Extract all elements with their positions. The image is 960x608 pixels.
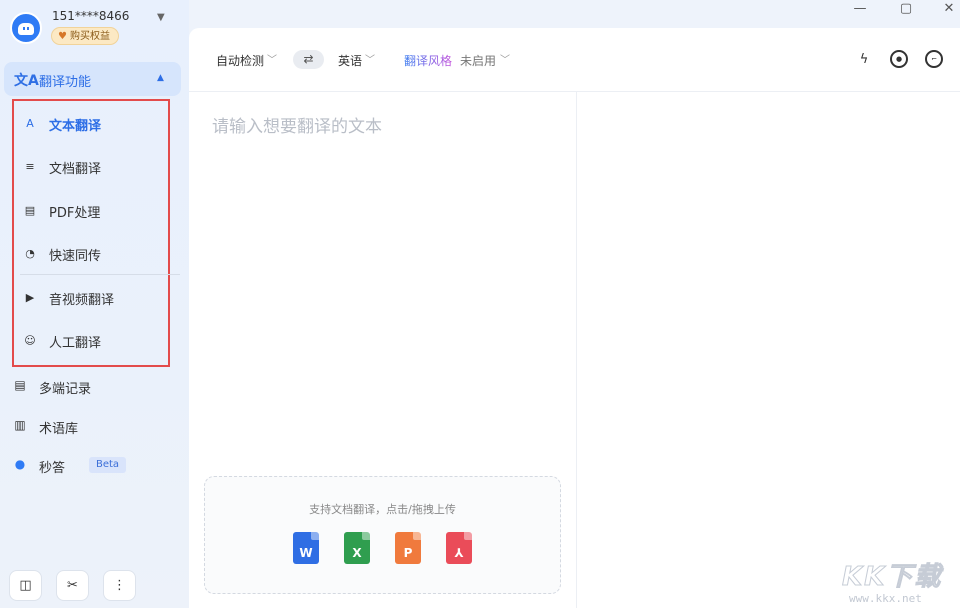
sidebar-item-label: 快速同传 xyxy=(49,249,102,264)
sidebar-item-label: 秒答 xyxy=(39,461,66,476)
settings-icon[interactable]: ● xyxy=(890,50,908,68)
lightning-icon[interactable]: ϟ xyxy=(855,50,873,68)
sidebar-item-label: 人工翻译 xyxy=(49,336,102,351)
minimize-button[interactable]: — xyxy=(850,1,870,16)
source-text-input[interactable]: 请输入想要翻译的文本 xyxy=(212,112,382,137)
sidebar-divider xyxy=(20,274,180,275)
sidebar-item-label: 术语库 xyxy=(39,422,79,437)
translate-style-value[interactable]: 未启用 xyxy=(460,52,496,69)
sidebar-item-label: PDF处理 xyxy=(49,206,101,221)
sidebar-item-av-translate[interactable]: ▶ 音视频翻译 xyxy=(22,284,172,310)
video-icon: ▶ xyxy=(25,290,35,304)
chevron-down-icon: ﹀ xyxy=(365,55,375,66)
translate-toolbar: 自动检测 ﹀ ⇄ 英语 ﹀ 翻译风格 未启用 ﹀ ϟ ● ⌐ xyxy=(189,28,960,92)
translate-style-label[interactable]: 翻译风格 xyxy=(404,52,452,69)
pane-divider xyxy=(576,92,577,608)
account-dropdown-icon[interactable]: ▼ xyxy=(157,12,165,23)
account-phone: 151****8466 xyxy=(52,9,130,23)
records-icon: ▤ xyxy=(14,378,26,392)
sidebar-item-doc-translate[interactable]: ≡ 文档翻译 xyxy=(22,153,172,179)
avatar[interactable] xyxy=(10,12,42,44)
source-language-select[interactable]: 自动检测 xyxy=(216,52,264,69)
watermark-url: www.kkx.net xyxy=(849,592,922,605)
beta-badge: Beta xyxy=(89,457,127,473)
maximize-button[interactable]: ▢ xyxy=(896,1,916,16)
sidebar-item-termbase[interactable]: ▥ 术语库 xyxy=(12,414,182,438)
person-icon: ☺ xyxy=(24,333,36,347)
more-vertical-icon: ⋮ xyxy=(113,578,126,593)
watermark-logo: KK下载 xyxy=(841,562,943,593)
sidebar-item-simultaneous[interactable]: ◔ 快速同传 xyxy=(22,240,172,266)
screenshot-button[interactable]: ✂ xyxy=(56,570,89,601)
heart-icon: ♥ xyxy=(58,31,67,42)
ai-chat-icon: ● xyxy=(14,457,26,471)
toggle-sidebar-button[interactable]: ◫ xyxy=(9,570,42,601)
sidebar-item-text-translate[interactable]: A 文本翻译 xyxy=(22,110,172,136)
text-translate-icon: A xyxy=(26,116,34,130)
pdf-icon: ▤ xyxy=(24,203,36,217)
more-button[interactable]: ⋮ xyxy=(103,570,136,601)
main-panel: 自动检测 ﹀ ⇄ 英语 ﹀ 翻译风格 未启用 ﹀ ϟ ● ⌐ 请输入想要翻译的文… xyxy=(189,28,960,608)
section-translate-functions[interactable]: 文A 翻译功能 ▲ xyxy=(4,62,181,96)
swap-languages-button[interactable]: ⇄ xyxy=(293,50,324,69)
excel-file-icon: X xyxy=(344,532,370,564)
powerpoint-file-icon: P xyxy=(395,532,421,564)
upload-hint: 支持文档翻译，点击/拖拽上传 xyxy=(309,503,456,516)
sidebar-item-label: 文本翻译 xyxy=(49,119,102,134)
pdf-file-icon: ⅄ xyxy=(446,532,472,564)
close-button[interactable]: ✕ xyxy=(939,1,959,16)
account-profile[interactable]: 151****8466 ▼ ♥ 购买权益 xyxy=(10,8,180,48)
buy-rights-label: 购买权益 xyxy=(69,31,110,42)
section-label: 翻译功能 xyxy=(39,75,92,90)
sidebar-toggle-icon: ◫ xyxy=(19,578,32,593)
sidebar: 151****8466 ▼ ♥ 购买权益 文A 翻译功能 ▲ A 文本翻译 ≡ 文… xyxy=(0,0,189,608)
chevron-down-icon: ﹀ xyxy=(500,55,510,66)
scissors-icon: ✂ xyxy=(67,578,78,593)
document-icon: ≡ xyxy=(25,159,35,173)
collapse-caret-icon: ▲ xyxy=(157,73,164,83)
chevron-down-icon: ﹀ xyxy=(267,55,277,66)
sidebar-item-label: 文档翻译 xyxy=(49,162,102,177)
sidebar-item-records[interactable]: ▤ 多端记录 xyxy=(12,374,182,398)
sidebar-item-label: 音视频翻译 xyxy=(49,293,115,308)
word-file-icon: W xyxy=(293,532,319,564)
sidebar-item-miaoda[interactable]: ● 秒答 Beta xyxy=(12,453,182,477)
translate-icon: 文A xyxy=(14,73,39,89)
sidebar-item-human-translate[interactable]: ☺ 人工翻译 xyxy=(22,327,172,353)
history-clock-icon[interactable]: ⌐ xyxy=(925,50,943,68)
book-icon: ▥ xyxy=(14,418,26,432)
headset-icon: ◔ xyxy=(25,246,35,260)
buy-rights-badge[interactable]: ♥ 购买权益 xyxy=(51,27,119,45)
sidebar-item-label: 多端记录 xyxy=(39,382,92,397)
sidebar-item-pdf[interactable]: ▤ PDF处理 xyxy=(22,197,172,223)
upload-dropzone[interactable]: 支持文档翻译，点击/拖拽上传 W X P ⅄ xyxy=(204,476,561,594)
target-language-select[interactable]: 英语 xyxy=(338,52,362,69)
